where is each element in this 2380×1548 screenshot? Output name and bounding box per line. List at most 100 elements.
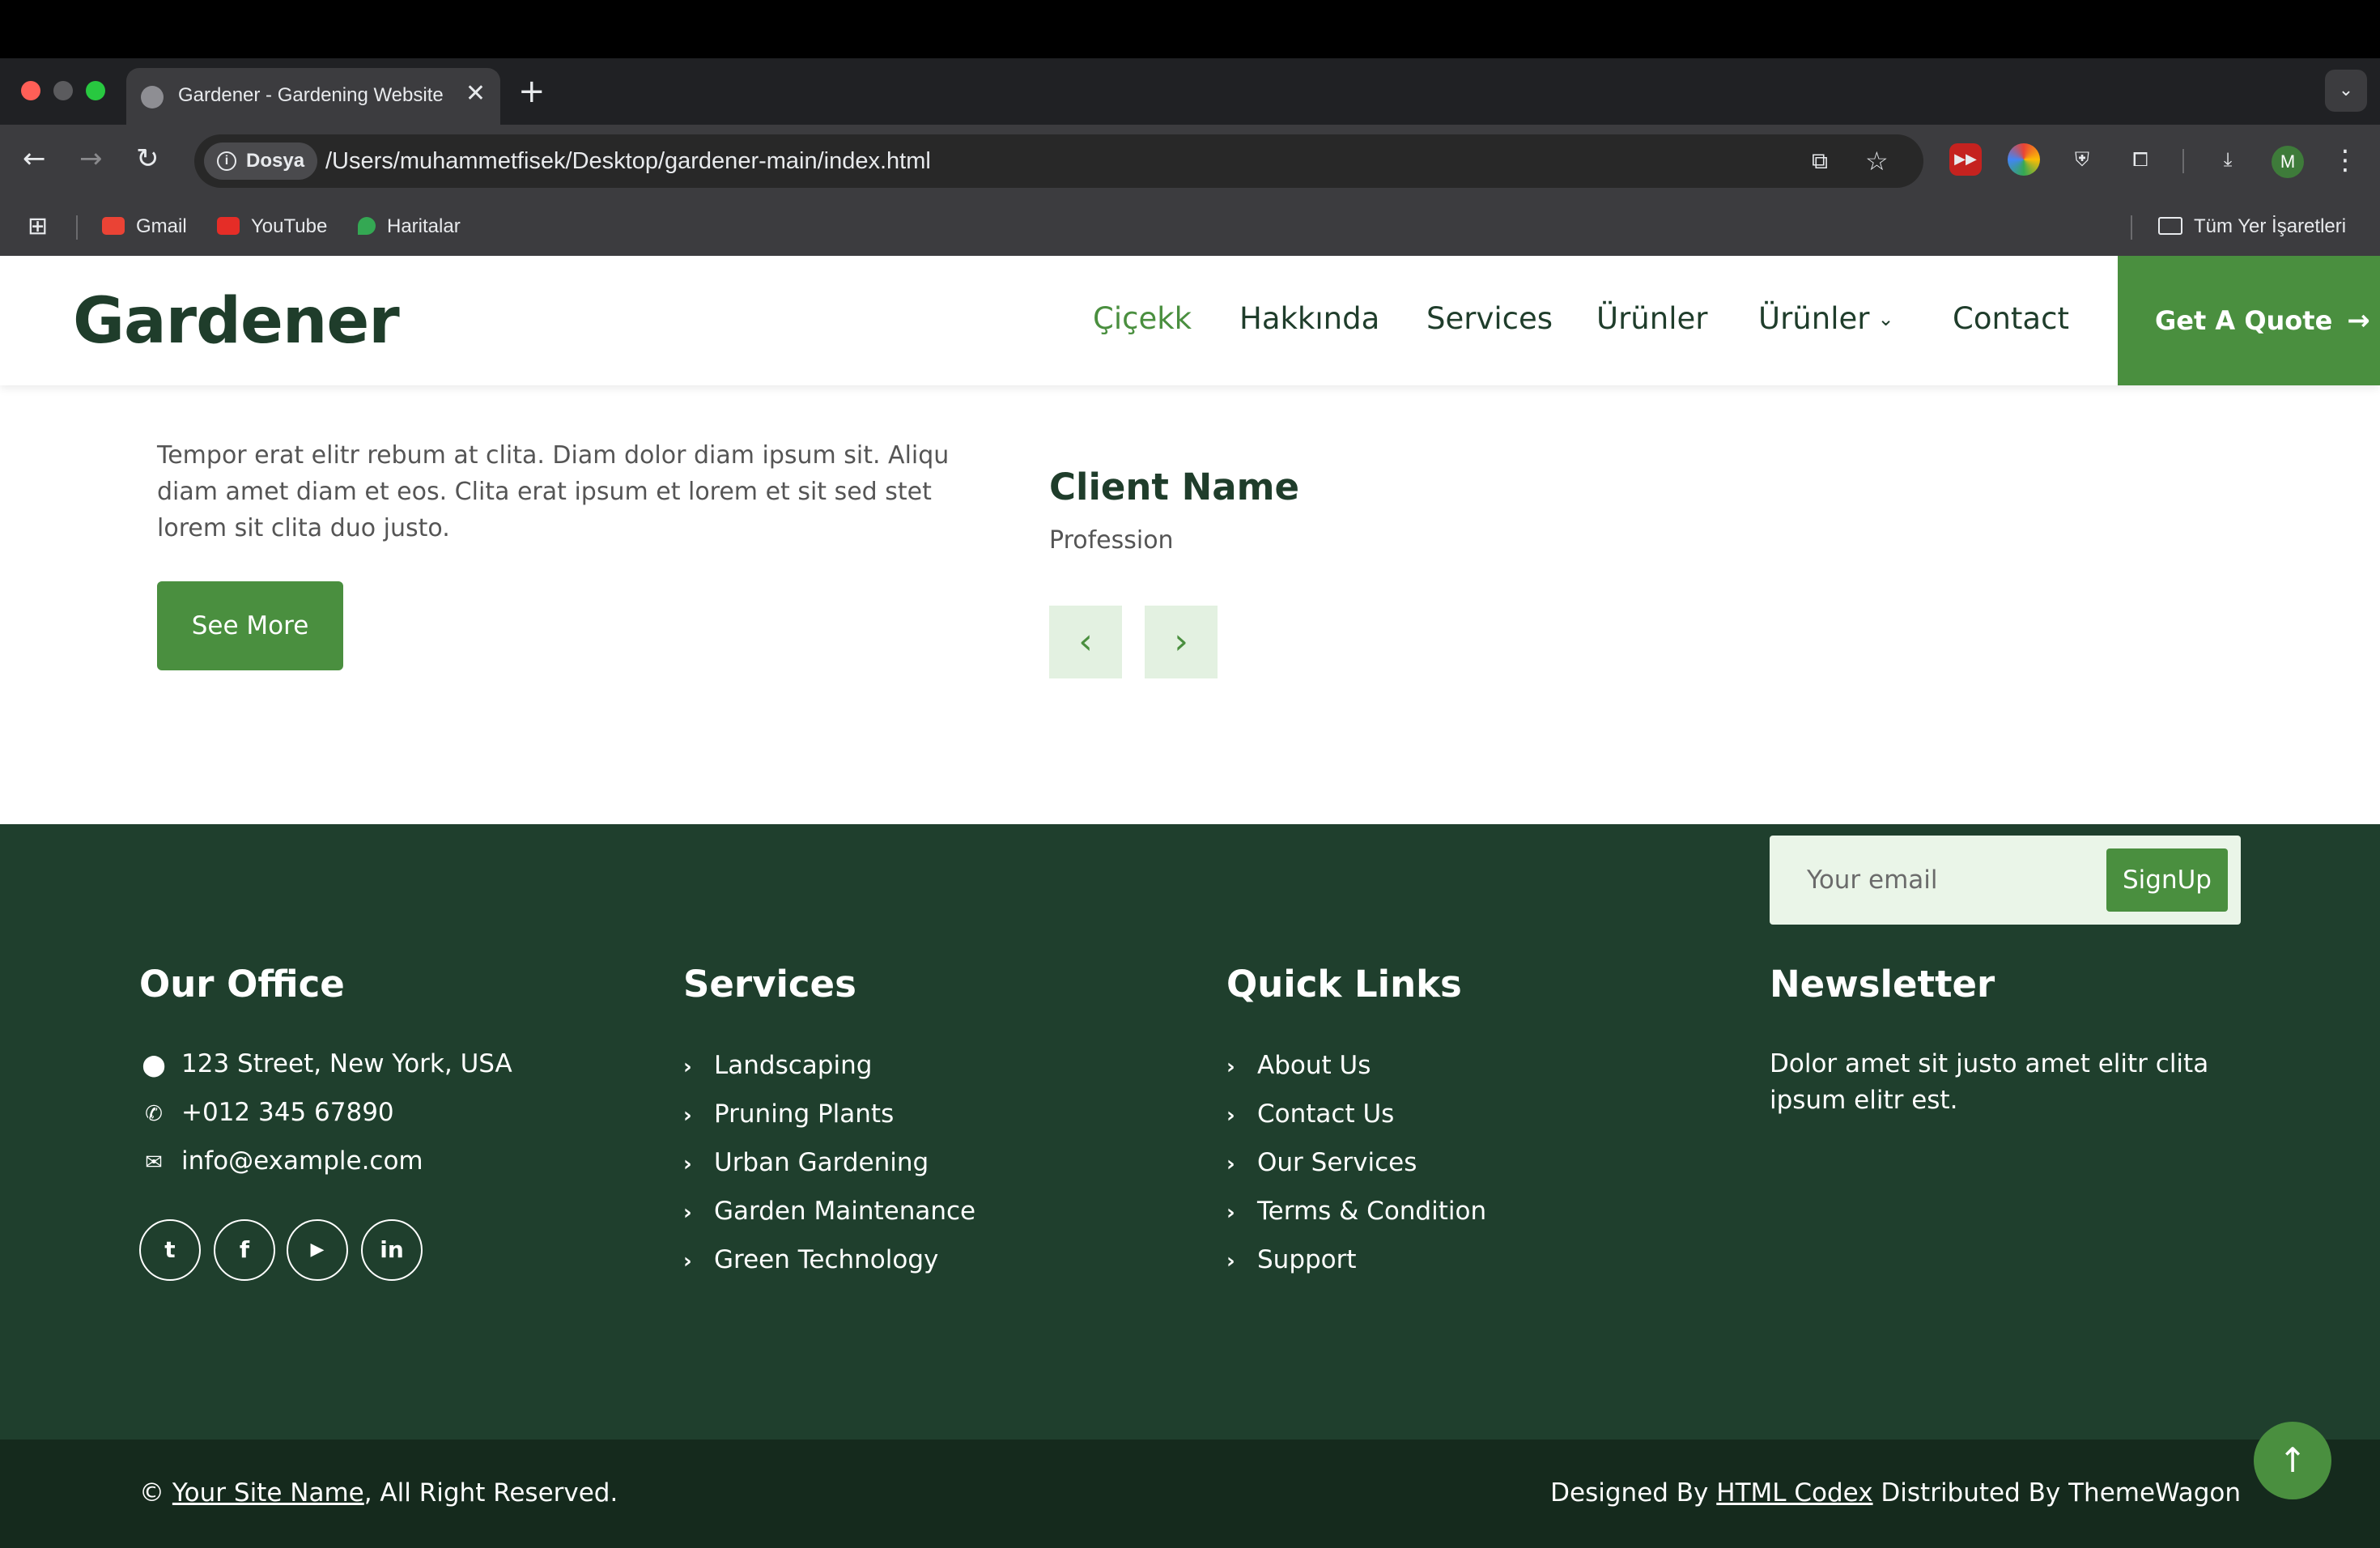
- maximize-window-button[interactable]: [86, 81, 105, 100]
- footer-service-link[interactable]: › Urban Gardening: [683, 1145, 929, 1182]
- about-paragraph: Tempor erat elitr rebum at clita. Diam d…: [157, 441, 950, 542]
- office-email: ✉ info@example.com: [139, 1143, 423, 1180]
- footer-service-link[interactable]: › Garden Maintenance: [683, 1193, 975, 1231]
- link-label: Garden Maintenance: [714, 1197, 976, 1226]
- download-icon[interactable]: ⤓: [2212, 143, 2244, 176]
- get-quote-button[interactable]: Get A Quote →: [2118, 256, 2380, 385]
- carousel-prev-button[interactable]: ‹: [1049, 606, 1122, 678]
- html-codex-link[interactable]: HTML Codex: [1716, 1478, 1872, 1508]
- nav-link-contact[interactable]: Contact: [1953, 298, 2069, 340]
- nav-link-hakkinda[interactable]: Hakkında: [1239, 298, 1379, 340]
- link-label: Terms & Condition: [1257, 1197, 1487, 1226]
- chevron-down-icon: ⌄: [1877, 308, 1894, 330]
- forward-icon[interactable]: →: [79, 141, 103, 176]
- all-bookmarks[interactable]: Tüm Yer İşaretleri: [2158, 212, 2346, 241]
- footer-service-link[interactable]: › Pruning Plants: [683, 1096, 894, 1133]
- gmail-icon: [102, 217, 125, 235]
- chevron-right-icon: ›: [1226, 1249, 1235, 1274]
- footer-quick-link[interactable]: › Contact Us: [1226, 1096, 1394, 1133]
- apps-grid-icon[interactable]: ⊞: [28, 212, 48, 241]
- credits-text: Designed By HTML Codex Distributed By Th…: [1550, 1475, 2241, 1511]
- linkedin-icon[interactable]: in: [361, 1219, 423, 1281]
- footer-quick-link[interactable]: › Terms & Condition: [1226, 1193, 1486, 1231]
- client-profession: Profession: [1049, 526, 1174, 555]
- tab-title: Gardener - Gardening Website: [178, 84, 444, 106]
- footer-office-title: Our Office: [139, 963, 345, 1006]
- extension-color-icon[interactable]: [2008, 143, 2040, 176]
- new-tab-button[interactable]: +: [518, 71, 546, 112]
- bookmark-label: Gmail: [136, 215, 187, 237]
- extension-shield-icon[interactable]: ⛨: [2066, 143, 2098, 176]
- signup-button[interactable]: SignUp: [2106, 848, 2228, 912]
- reload-icon[interactable]: ↻: [136, 141, 159, 176]
- footer-quicklinks-title: Quick Links: [1226, 963, 1462, 1006]
- maps-icon: [358, 217, 376, 235]
- minimize-window-button[interactable]: [53, 81, 73, 100]
- get-quote-label: Get A Quote: [2155, 305, 2333, 336]
- link-label: Our Services: [1257, 1148, 1417, 1177]
- bookmarks-bar: ⊞ Gmail YouTube Haritalar Tüm Yer İşaret…: [0, 198, 2380, 256]
- address-text: 123 Street, New York, USA: [181, 1049, 512, 1078]
- bookmark-youtube[interactable]: YouTube: [217, 212, 327, 241]
- link-label: About Us: [1257, 1051, 1371, 1080]
- chevron-right-icon: ›: [1226, 1104, 1235, 1128]
- bookmark-maps[interactable]: Haritalar: [358, 212, 461, 241]
- bookmark-star-icon[interactable]: ☆: [1865, 146, 1889, 176]
- extension-youtube-icon[interactable]: ▶▶: [1949, 143, 1982, 176]
- link-label: Landscaping: [714, 1051, 873, 1080]
- footer-quick-link[interactable]: › Support: [1226, 1242, 1357, 1279]
- client-name: Client Name: [1049, 466, 1300, 508]
- bookmarks-divider: [76, 215, 78, 240]
- nav-link-cicekk[interactable]: Çiçekk: [1093, 298, 1192, 340]
- tab-search-button[interactable]: ⌄: [2325, 70, 2367, 112]
- newsletter-form: SignUp: [1770, 836, 2241, 925]
- profile-avatar[interactable]: M: [2272, 146, 2304, 178]
- nav-link-urunler[interactable]: Ürünler: [1596, 298, 1707, 340]
- close-tab-icon[interactable]: ✕: [465, 79, 486, 108]
- browser-menu-icon[interactable]: ⋮: [2331, 142, 2359, 178]
- footer-service-link[interactable]: › Green Technology: [683, 1242, 938, 1279]
- footer-service-link[interactable]: › Landscaping: [683, 1048, 872, 1085]
- nav-dropdown-urunler[interactable]: Ürünler ⌄: [1758, 298, 1894, 340]
- address-bar[interactable]: i Dosya /Users/muhammetfisek/Desktop/gar…: [194, 134, 1923, 188]
- office-address: ⬤ 123 Street, New York, USA: [139, 1046, 512, 1083]
- site-info-chip[interactable]: i Dosya: [204, 142, 318, 180]
- footer-services-title: Services: [683, 963, 856, 1006]
- browser-toolbar: ← → ↻ i Dosya /Users/muhammetfisek/Deskt…: [0, 125, 2380, 198]
- browser-tab[interactable]: Gardener - Gardening Website ✕: [126, 68, 500, 125]
- footer-quick-link[interactable]: › Our Services: [1226, 1145, 1417, 1182]
- footer-quick-link[interactable]: › About Us: [1226, 1048, 1371, 1085]
- bookmark-label: YouTube: [251, 215, 328, 237]
- copyright-symbol: ©: [139, 1478, 164, 1508]
- twitter-icon[interactable]: t: [139, 1219, 201, 1281]
- chevron-right-icon: ›: [683, 1104, 692, 1128]
- facebook-icon[interactable]: f: [214, 1219, 275, 1281]
- rights-text: , All Right Reserved.: [363, 1478, 618, 1508]
- envelope-icon: ✉: [145, 1150, 163, 1175]
- youtube-icon: [217, 217, 240, 235]
- system-menubar: [0, 0, 2380, 58]
- nav-link-services[interactable]: Services: [1426, 298, 1553, 340]
- office-phone: ✆ +012 345 67890: [139, 1095, 394, 1132]
- newsletter-email-input[interactable]: [1770, 836, 2093, 925]
- extensions-puzzle-icon[interactable]: ⧠: [2124, 143, 2157, 176]
- back-icon[interactable]: ←: [23, 141, 46, 176]
- nav-dropdown-label: Ürünler: [1758, 301, 1870, 336]
- bookmarks-divider: [2131, 215, 2132, 240]
- toolbar-divider: [2182, 149, 2184, 173]
- youtube-icon[interactable]: ▶: [287, 1219, 348, 1281]
- back-to-top-button[interactable]: ↑: [2254, 1422, 2331, 1499]
- chevron-right-icon: ›: [1226, 1201, 1235, 1225]
- arrow-right-icon: →: [2347, 304, 2370, 337]
- globe-icon: [141, 86, 164, 108]
- map-marker-icon: ⬤: [142, 1053, 166, 1078]
- close-window-button[interactable]: [21, 81, 40, 100]
- translate-icon[interactable]: ⧉: [1812, 146, 1828, 176]
- url-text[interactable]: /Users/muhammetfisek/Desktop/gardener-ma…: [325, 146, 931, 176]
- carousel-next-button[interactable]: ›: [1145, 606, 1218, 678]
- see-more-button[interactable]: See More: [157, 581, 343, 670]
- site-logo[interactable]: Gardener: [73, 285, 400, 358]
- chevron-right-icon: ›: [683, 1055, 692, 1079]
- site-name-link[interactable]: Your Site Name: [172, 1478, 364, 1508]
- bookmark-gmail[interactable]: Gmail: [102, 212, 187, 241]
